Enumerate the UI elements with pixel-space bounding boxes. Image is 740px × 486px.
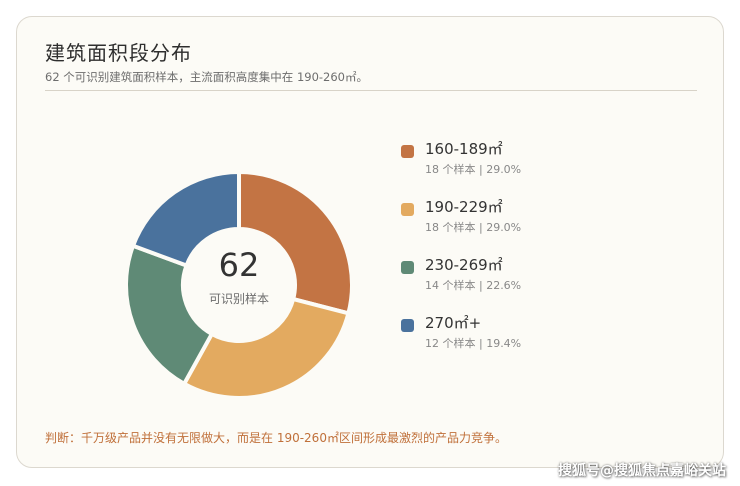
donut-chart: 62 可识别样本 [124,170,354,400]
legend-count: 12 个样本 | 19.4% [425,337,522,350]
legend-label: 190-229㎡ [425,198,503,216]
watermark: 搜狐号@搜狐焦点嘉峪关站 [558,463,726,479]
conclusion-note: 判断：千万级产品并没有无限做大，而是在 190-260㎡区间形成最激烈的产品力竞… [45,431,507,445]
legend-label: 230-269㎡ [425,256,503,274]
donut-slice [182,297,351,400]
legend-swatch [401,261,414,274]
center-value: 62 [219,246,260,284]
legend-swatch [401,203,414,216]
legend-swatch [401,145,414,158]
title-divider [45,90,697,91]
legend-label: 270㎡+ [425,314,482,332]
chart-subtitle: 62 个可识别建筑面积样本，主流面积高度集中在 190-260㎡。 [45,70,368,84]
legend-count: 14 个样本 | 22.6% [425,279,522,292]
chart-title: 建筑面积段分布 [45,41,192,65]
legend-count: 18 个样本 | 29.0% [425,221,522,234]
chart-card: 建筑面积段分布 62 个可识别建筑面积样本，主流面积高度集中在 190-260㎡… [16,16,724,468]
legend-count: 18 个样本 | 29.0% [425,163,522,176]
legend-swatch [401,319,414,332]
legend-label: 160-189㎡ [425,140,503,158]
center-label: 可识别样本 [209,291,269,306]
